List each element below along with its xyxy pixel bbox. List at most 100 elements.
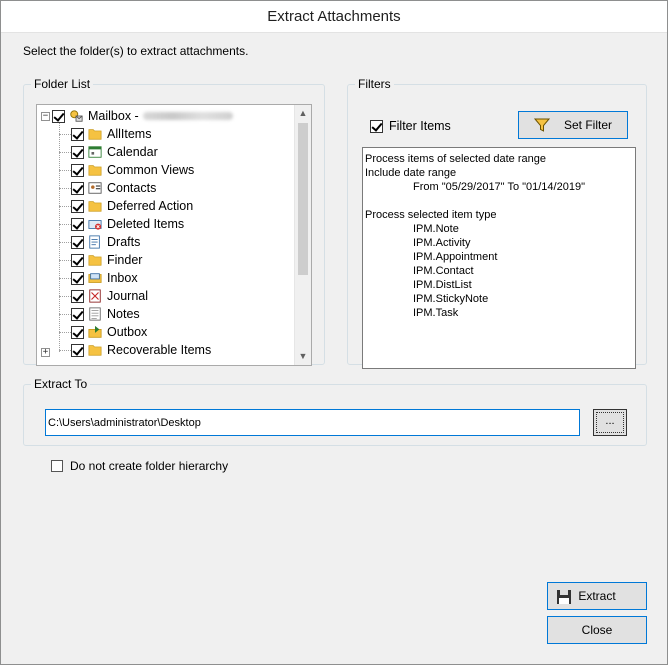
mailbox-checkbox[interactable] (52, 109, 65, 123)
tree-item-checkbox[interactable] (71, 199, 84, 213)
browse-button[interactable]: ... (593, 409, 627, 436)
tree-item-label: Calendar (107, 145, 158, 159)
tree-item[interactable]: Outbox (59, 323, 147, 341)
drafts-icon (89, 235, 100, 249)
tree-item[interactable]: Calendar (59, 143, 158, 161)
tree-item-checkbox[interactable] (71, 271, 84, 285)
tree-item[interactable]: AllItems (59, 125, 151, 143)
filter-items-label: Filter Items (389, 119, 451, 133)
filter-items-option[interactable]: Filter Items (370, 119, 451, 133)
filter-summary-line: IPM.DistList (413, 279, 472, 291)
tree-item-checkbox[interactable] (71, 289, 84, 303)
filter-summary-line: From "05/29/2017" To "01/14/2019" (413, 181, 585, 193)
tree-item-label: AllItems (107, 127, 152, 141)
tree-item[interactable]: Common Views (59, 161, 194, 179)
tree-item-checkbox[interactable] (71, 145, 84, 159)
scroll-down-icon[interactable]: ▼ (295, 348, 311, 365)
folder-icon (88, 201, 102, 212)
instruction-text: Select the folder(s) to extract attachme… (23, 44, 249, 58)
folder-icon (88, 165, 102, 176)
filter-items-checkbox[interactable] (370, 119, 383, 133)
close-button[interactable]: Close (547, 616, 647, 644)
save-disk-icon (557, 590, 571, 604)
extract-path-input[interactable] (45, 409, 580, 436)
filter-funnel-icon (533, 118, 550, 132)
folder-hierarchy-checkbox[interactable] (51, 460, 63, 472)
tree-item[interactable]: Deferred Action (59, 197, 193, 215)
tree-item-checkbox[interactable] (71, 181, 84, 195)
filter-summary-line: Process selected item type (365, 209, 497, 221)
tree-connector (59, 187, 71, 189)
tree-item-label: Finder (107, 253, 143, 267)
expand-icon[interactable]: + (41, 348, 50, 357)
tree-connector (59, 295, 71, 297)
tree-connector (59, 331, 71, 333)
tree-item-label: Deleted Items (107, 217, 185, 231)
tree-connector (59, 241, 71, 243)
tree-item-checkbox[interactable] (71, 253, 84, 267)
tree-item-label: Common Views (107, 163, 195, 177)
extract-label: Extract (578, 589, 616, 603)
tree-item-label: Deferred Action (107, 199, 194, 213)
notes-icon (89, 307, 101, 321)
tree-item-label: Outbox (107, 325, 148, 339)
tree-item-checkbox[interactable] (71, 127, 84, 141)
tree-connector (59, 169, 71, 171)
tree-item[interactable]: Drafts (59, 233, 140, 251)
extract-to-legend: Extract To (34, 377, 88, 391)
tree-item[interactable]: Journal (59, 287, 148, 305)
tree-item-checkbox[interactable] (71, 307, 84, 321)
filter-summary-line: Process items of selected date range (365, 153, 546, 165)
scroll-up-icon[interactable]: ▲ (295, 105, 311, 122)
folder-hierarchy-label: Do not create folder hierarchy (70, 459, 229, 473)
extract-attachments-dialog: Extract Attachments Select the folder(s)… (0, 0, 668, 665)
tree-item-checkbox[interactable] (71, 235, 84, 249)
filter-summary-line: IPM.Appointment (413, 251, 498, 263)
extract-button[interactable]: Extract (547, 582, 647, 610)
tree-connector (59, 313, 71, 315)
calendar-icon (88, 146, 102, 158)
filter-summary-line: IPM.Note (413, 223, 459, 235)
filter-summary-line: Include date range (365, 167, 457, 179)
tree-item-checkbox[interactable] (71, 217, 84, 231)
filter-summary-line: IPM.StickyNote (413, 293, 489, 305)
folder-tree[interactable]: − Mailbox - AllItems Calendar Common Views… (36, 104, 312, 366)
tree-item[interactable]: Contacts (59, 179, 156, 197)
tree-item[interactable]: Notes (59, 305, 140, 323)
tree-item-checkbox[interactable] (71, 325, 84, 339)
filter-summary-line: IPM.Activity (413, 237, 471, 249)
redacted-mailbox-name (142, 112, 233, 120)
journal-icon (89, 289, 101, 303)
folder-list-group: Folder List − Mailbox - AllItems Calendar… (23, 77, 325, 366)
inbox-icon (88, 273, 102, 283)
tree-connector (59, 133, 71, 135)
tree-connector (59, 223, 71, 225)
tree-connector (59, 349, 71, 351)
tree-root-mailbox[interactable]: − Mailbox - (41, 107, 233, 125)
scroll-thumb[interactable] (298, 123, 308, 275)
filter-summary-line: IPM.Contact (413, 265, 474, 277)
folder-icon (88, 255, 102, 266)
set-filter-button[interactable]: Set Filter (518, 111, 628, 139)
tree-item-label: Journal (107, 289, 148, 303)
set-filter-label: Set Filter (563, 118, 612, 132)
tree-connector (59, 205, 71, 207)
folder-icon (88, 129, 102, 140)
tree-item-checkbox[interactable] (71, 343, 84, 357)
window-title: Extract Attachments (1, 1, 667, 33)
filter-summary: Process items of selected date range Inc… (362, 147, 636, 369)
tree-item[interactable]: Inbox (59, 269, 138, 287)
deleted-items-icon (88, 220, 102, 230)
mailbox-icon (70, 110, 83, 122)
tree-scrollbar[interactable]: ▲ ▼ (294, 105, 311, 365)
tree-item[interactable]: Finder (59, 251, 142, 269)
filter-summary-line (365, 194, 633, 208)
tree-item[interactable]: + Recoverable Items (41, 341, 211, 359)
folder-hierarchy-option[interactable]: Do not create folder hierarchy (51, 459, 228, 473)
tree-item-label: Contacts (107, 181, 157, 195)
extract-to-group: Extract To ... (23, 377, 647, 446)
tree-item-checkbox[interactable] (71, 163, 84, 177)
tree-item[interactable]: Deleted Items (59, 215, 184, 233)
collapse-icon[interactable]: − (41, 111, 50, 121)
tree-item-label: Drafts (107, 235, 141, 249)
